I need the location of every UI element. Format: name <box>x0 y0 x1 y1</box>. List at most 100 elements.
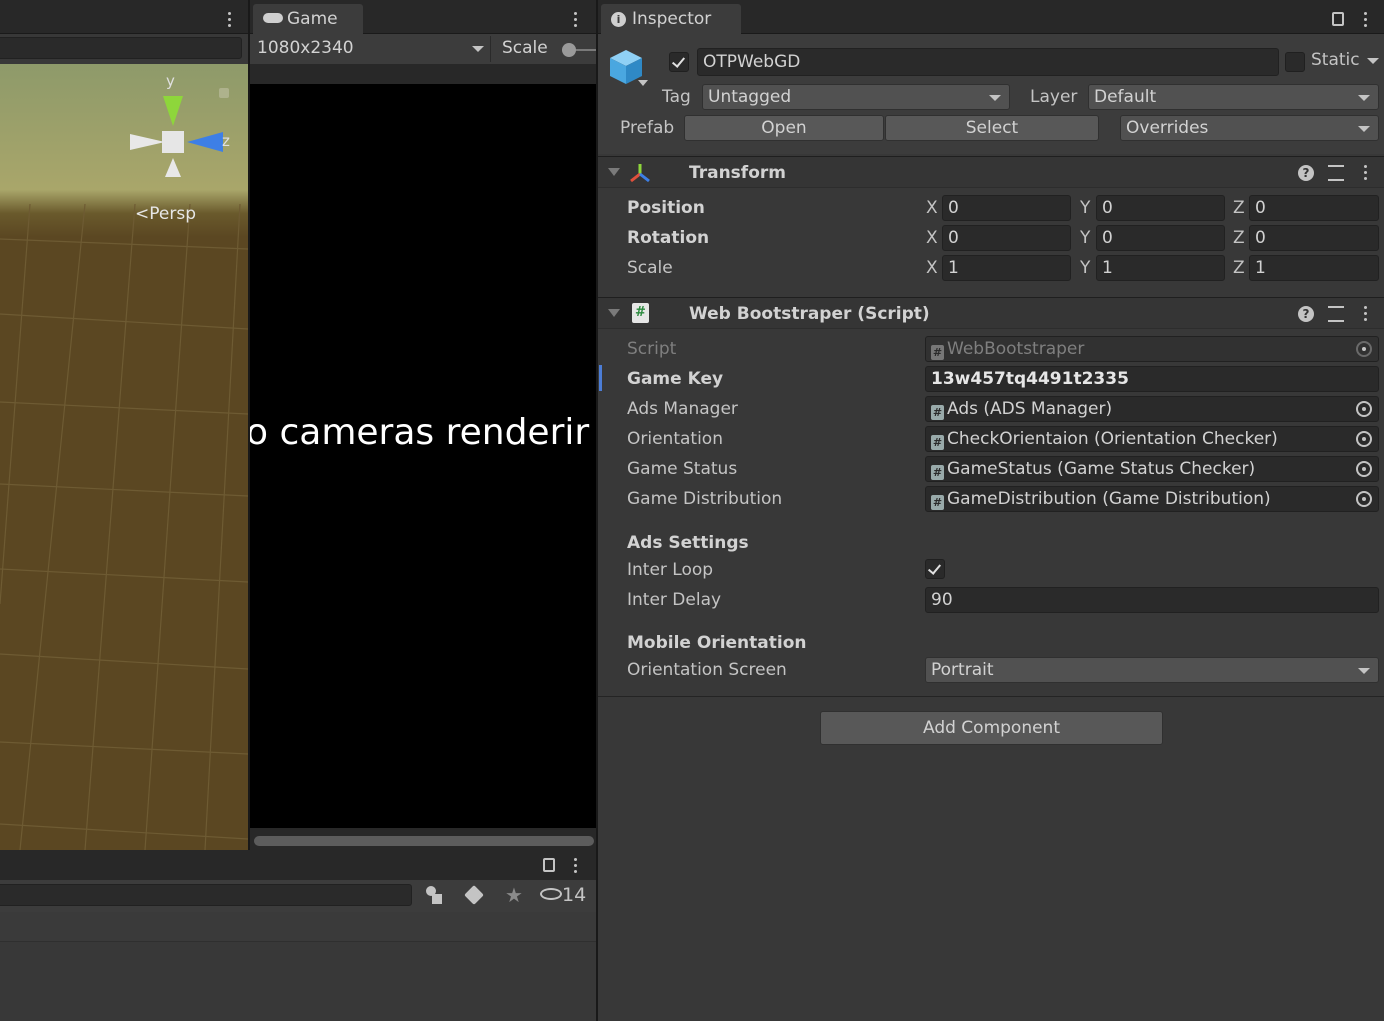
object-name-input[interactable]: OTPWebGD <box>697 48 1279 76</box>
hierarchy-list[interactable] <box>0 912 596 942</box>
checkmark-icon <box>927 561 942 575</box>
rotation-z-input[interactable]: 0 <box>1249 225 1379 251</box>
game-viewport[interactable]: o cameras renderir <box>250 84 596 828</box>
orientation-field[interactable]: # CheckOrientaion (Orientation Checker) <box>925 426 1379 452</box>
game-panel: Game 1080x2340 Scale o cameras renderir <box>250 0 596 850</box>
help-icon[interactable]: ? <box>1298 165 1314 181</box>
tab-game[interactable]: Game <box>253 4 363 34</box>
object-picker-icon <box>1356 341 1372 357</box>
scale-z-input[interactable]: 1 <box>1249 255 1379 281</box>
position-y-input[interactable]: 0 <box>1096 195 1225 221</box>
object-picker-icon[interactable] <box>1356 431 1372 447</box>
chevron-down-icon <box>1358 126 1370 132</box>
hierarchy-lock-icon[interactable] <box>543 858 555 872</box>
script-component-header[interactable]: # Web Bootstraper (Script) ? <box>598 297 1384 329</box>
foldout-arrow-icon[interactable] <box>608 168 620 176</box>
icon-dropdown-caret[interactable] <box>638 80 648 86</box>
resolution-dropdown[interactable]: 1080x2340 <box>250 34 490 64</box>
static-label: Static <box>1311 50 1360 70</box>
foldout-arrow-icon[interactable] <box>608 309 620 317</box>
orientation-screen-label: Orientation Screen <box>627 660 787 680</box>
game-status-field[interactable]: # GameStatus (Game Status Checker) <box>925 456 1379 482</box>
game-distribution-label: Game Distribution <box>627 489 783 509</box>
inter-loop-label: Inter Loop <box>627 560 714 580</box>
tag-filter-icon[interactable] <box>464 885 484 905</box>
chevron-down-icon <box>989 95 1001 101</box>
game-key-label: Game Key <box>627 369 724 389</box>
rotation-y-input[interactable]: 0 <box>1096 225 1225 251</box>
presets-icon[interactable] <box>1328 165 1344 181</box>
hierarchy-tabbar <box>0 850 596 880</box>
scale-slider[interactable] <box>562 43 596 57</box>
script-field: # WebBootstraper <box>925 336 1379 362</box>
ads-manager-field[interactable]: # Ads (ADS Manager) <box>925 396 1379 422</box>
layer-dropdown[interactable]: Default <box>1088 84 1379 110</box>
star-icon[interactable]: ★ <box>505 883 523 907</box>
scale-y-input[interactable]: 1 <box>1096 255 1225 281</box>
inspector-menu-icon[interactable] <box>1364 12 1368 30</box>
rotation-z-axis: Z <box>1233 228 1245 248</box>
inspector-lock-icon[interactable] <box>1332 12 1344 26</box>
info-icon: i <box>611 12 626 27</box>
game-key-input[interactable]: 13w457tq4491t2335 <box>925 366 1379 392</box>
ads-manager-label: Ads Manager <box>627 399 738 419</box>
object-picker-icon[interactable] <box>1356 401 1372 417</box>
scene-search-input[interactable] <box>0 37 242 59</box>
gamepad-icon <box>263 13 283 23</box>
help-icon[interactable]: ? <box>1298 306 1314 322</box>
active-toggle[interactable] <box>669 52 689 72</box>
scene-menu-icon[interactable] <box>228 12 232 30</box>
hierarchy-search-input[interactable] <box>0 884 412 906</box>
script-file-icon: # <box>931 345 944 360</box>
orientation-label: Orientation <box>627 429 723 449</box>
scale-row-label: Scale <box>627 258 673 278</box>
hierarchy-menu-icon[interactable] <box>574 858 578 876</box>
chevron-down-icon <box>1358 668 1370 674</box>
inspector-empty-area <box>598 697 1384 1021</box>
game-distribution-field[interactable]: # GameDistribution (Game Distribution) <box>925 486 1379 512</box>
position-z-input[interactable]: 0 <box>1249 195 1379 221</box>
presets-icon[interactable] <box>1328 306 1344 322</box>
transform-header[interactable]: Transform ? <box>598 156 1384 188</box>
script-file-icon: # <box>931 405 944 420</box>
static-dropdown[interactable]: Static <box>1311 50 1381 74</box>
scale-y-axis: Y <box>1080 258 1091 278</box>
prefab-label: Prefab <box>620 118 675 138</box>
rotation-x-input[interactable]: 0 <box>942 225 1071 251</box>
add-component-button[interactable]: Add Component <box>820 711 1163 745</box>
projection-toggle[interactable]: <Persp <box>135 204 196 224</box>
scene-viewport[interactable]: y z <Persp <box>0 64 248 850</box>
toolbar-divider <box>490 36 491 62</box>
object-picker-icon[interactable] <box>1356 461 1372 477</box>
tag-dropdown[interactable]: Untagged <box>702 84 1010 110</box>
tag-label: Tag <box>662 87 691 107</box>
prefab-select-button[interactable]: Select <box>885 115 1099 141</box>
scene-panel: y z <Persp <box>0 0 248 850</box>
game-menu-icon[interactable] <box>574 12 578 30</box>
hierarchy-toolbar: ★ 14 <box>0 880 596 912</box>
gizmo-lock-icon[interactable] <box>219 88 229 98</box>
scale-x-input[interactable]: 1 <box>942 255 1071 281</box>
scale-slider-thumb[interactable] <box>562 43 576 57</box>
tab-inspector[interactable]: i Inspector <box>601 4 741 34</box>
scale-x-axis: X <box>926 258 938 278</box>
mobile-orientation-header: Mobile Orientation <box>627 633 807 653</box>
inter-delay-label: Inter Delay <box>627 590 722 610</box>
position-x-input[interactable]: 0 <box>942 195 1071 221</box>
inter-delay-input[interactable]: 90 <box>925 587 1379 613</box>
static-toggle[interactable] <box>1285 52 1305 72</box>
game-horizontal-scrollbar[interactable] <box>254 836 594 846</box>
hidden-count: 14 <box>562 884 587 906</box>
orientation-screen-dropdown[interactable]: Portrait <box>925 657 1379 683</box>
rotation-y-axis: Y <box>1080 228 1091 248</box>
transform-menu-icon[interactable] <box>1364 165 1368 183</box>
script-file-icon: # <box>931 435 944 450</box>
script-menu-icon[interactable] <box>1364 306 1368 324</box>
inter-loop-toggle[interactable] <box>925 559 945 579</box>
filter-by-type-icon[interactable] <box>426 886 444 904</box>
object-picker-icon[interactable] <box>1356 491 1372 507</box>
position-label: Position <box>627 198 705 218</box>
hidden-objects-toggle[interactable]: 14 <box>540 884 586 906</box>
prefab-overrides-dropdown[interactable]: Overrides <box>1120 115 1379 141</box>
prefab-open-button[interactable]: Open <box>684 115 884 141</box>
